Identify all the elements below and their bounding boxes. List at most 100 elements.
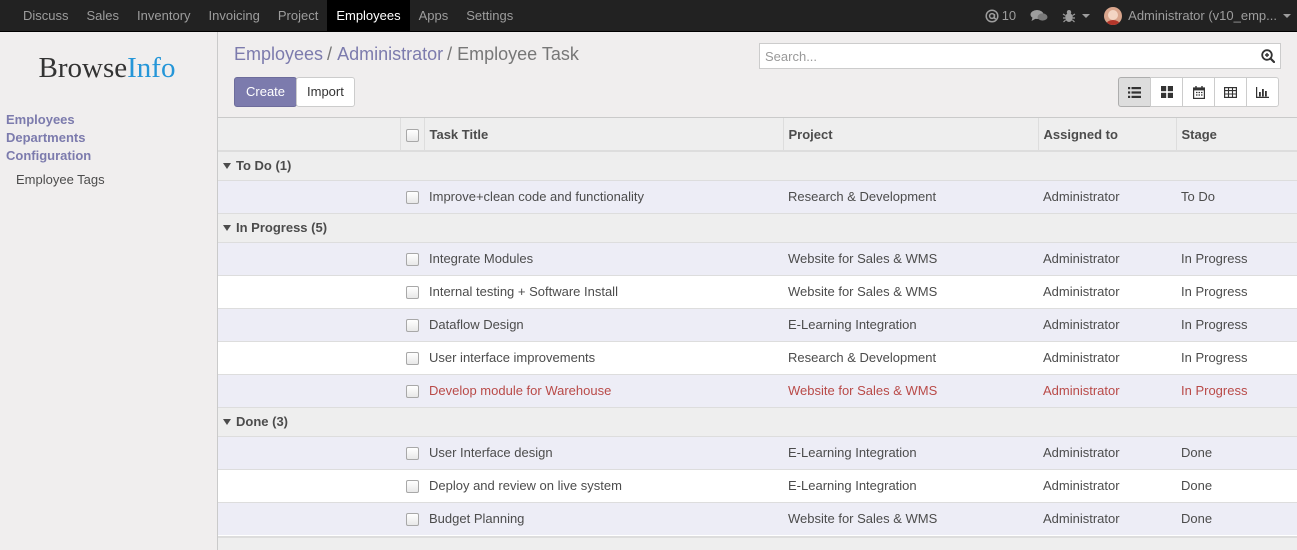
- row-checkbox[interactable]: [400, 501, 424, 535]
- checkbox[interactable]: [405, 513, 419, 527]
- checkbox[interactable]: [405, 385, 419, 399]
- calendar-view-button[interactable]: [1182, 77, 1215, 107]
- group-row[interactable]: Done (3): [218, 406, 1297, 436]
- row-spacer: [218, 241, 400, 275]
- row-spacer: [218, 435, 400, 469]
- menu-employees[interactable]: Employees: [327, 0, 410, 31]
- row-checkbox[interactable]: [400, 179, 424, 213]
- cell-project: Website for Sales & WMS: [783, 274, 1038, 308]
- row-checkbox[interactable]: [400, 468, 424, 502]
- table-row[interactable]: User Interface design E-Learning Integrat…: [218, 435, 1297, 469]
- checkbox[interactable]: [405, 319, 419, 333]
- sidebar-item-employees[interactable]: Employees: [6, 112, 75, 127]
- checkbox[interactable]: [405, 191, 419, 205]
- row-spacer: [218, 373, 400, 407]
- table-row[interactable]: Internal testing + Software Install Websi…: [218, 274, 1297, 308]
- menu-apps[interactable]: Apps: [410, 0, 458, 31]
- row-spacer: [218, 340, 400, 374]
- mentions-button[interactable]: 10: [978, 0, 1023, 31]
- menu-invoicing[interactable]: Invoicing: [200, 0, 269, 31]
- chevron-down-icon: [1283, 13, 1291, 18]
- cell-project: Research & Development: [783, 340, 1038, 374]
- select-all-checkbox[interactable]: [399, 118, 424, 152]
- checkbox[interactable]: [405, 286, 419, 300]
- group-row[interactable]: To Do (1): [218, 150, 1297, 180]
- cell-assigned-to: Administrator: [1038, 468, 1176, 502]
- cell-stage: Done: [1176, 468, 1297, 502]
- bar-chart-icon: [1256, 86, 1269, 98]
- column-assigned-to[interactable]: Assigned to: [1037, 118, 1176, 152]
- cell-assigned-to: Administrator: [1038, 435, 1176, 469]
- table-row[interactable]: User interface improvements Research & De…: [218, 340, 1297, 374]
- control-panel: Employees/Administrator/Employee Task Cr…: [218, 32, 1297, 118]
- messages-button[interactable]: [1023, 9, 1055, 23]
- sidebar-item-configuration[interactable]: Configuration: [6, 148, 91, 163]
- company-logo: BrowseInfo: [38, 52, 176, 84]
- row-checkbox[interactable]: [400, 307, 424, 341]
- menu-settings[interactable]: Settings: [457, 0, 522, 31]
- search-input[interactable]: [760, 44, 1240, 68]
- chevron-down-icon: [1082, 13, 1091, 18]
- breadcrumb-administrator[interactable]: Administrator: [337, 44, 443, 64]
- checkbox[interactable]: [405, 447, 419, 461]
- cell-stage: In Progress: [1176, 274, 1297, 308]
- table-row[interactable]: Deploy and review on live system E-Learni…: [218, 468, 1297, 502]
- table-row[interactable]: Budget Planning Website for Sales & WMS Ad…: [218, 501, 1297, 535]
- create-button[interactable]: Create: [234, 77, 298, 107]
- cell-task-title: Dataflow Design: [424, 307, 783, 341]
- table-row[interactable]: Integrate Modules Website for Sales & WMS…: [218, 241, 1297, 275]
- checkbox[interactable]: [405, 253, 419, 267]
- menu-inventory[interactable]: Inventory: [128, 0, 199, 31]
- table-row[interactable]: Develop module for Warehouse Website for …: [218, 373, 1297, 407]
- menu-sales[interactable]: Sales: [78, 0, 129, 31]
- cell-stage: In Progress: [1176, 340, 1297, 374]
- column-stage[interactable]: Stage: [1175, 118, 1297, 152]
- chat-icon: [1030, 9, 1048, 21]
- cell-project: Website for Sales & WMS: [783, 373, 1038, 407]
- cell-task-title: Budget Planning: [424, 501, 783, 535]
- graph-view-button[interactable]: [1246, 77, 1279, 107]
- checkbox[interactable]: [405, 480, 419, 494]
- checkbox[interactable]: [405, 352, 419, 366]
- cell-stage: In Progress: [1176, 373, 1297, 407]
- table-row[interactable]: Dataflow Design E-Learning Integration Adm…: [218, 307, 1297, 341]
- search-plus-icon[interactable]: [1261, 49, 1275, 63]
- row-checkbox[interactable]: [400, 373, 424, 407]
- pivot-view-button[interactable]: [1214, 77, 1247, 107]
- row-spacer: [218, 274, 400, 308]
- row-checkbox[interactable]: [400, 340, 424, 374]
- menu-project[interactable]: Project: [269, 0, 327, 31]
- cell-assigned-to: Administrator: [1038, 274, 1176, 308]
- column-task-title[interactable]: Task Title: [423, 118, 783, 152]
- row-checkbox[interactable]: [400, 435, 424, 469]
- group-header[interactable]: In Progress (5): [218, 212, 1297, 242]
- breadcrumb-employees[interactable]: Employees: [234, 44, 323, 64]
- menu-discuss[interactable]: Discuss: [14, 0, 78, 31]
- row-checkbox[interactable]: [400, 274, 424, 308]
- column-project[interactable]: Project: [782, 118, 1038, 152]
- cell-assigned-to: Administrator: [1038, 340, 1176, 374]
- cell-assigned-to: Administrator: [1038, 241, 1176, 275]
- row-spacer: [218, 468, 400, 502]
- list-view-button[interactable]: [1118, 77, 1151, 107]
- table-header: Task Title Project Assigned to Stage: [218, 118, 1297, 152]
- group-row[interactable]: In Progress (5): [218, 212, 1297, 242]
- mentions-count: 10: [1001, 8, 1017, 23]
- row-checkbox[interactable]: [400, 241, 424, 275]
- table-row[interactable]: Improve+clean code and functionality Rese…: [218, 179, 1297, 213]
- group-header[interactable]: To Do (1): [218, 150, 1297, 180]
- debug-menu-button[interactable]: [1055, 9, 1097, 23]
- row-spacer: [218, 179, 400, 213]
- sidebar-item-departments[interactable]: Departments: [6, 130, 85, 145]
- sidebar-item-employee-tags[interactable]: Employee Tags: [16, 172, 105, 187]
- cell-assigned-to: Administrator: [1038, 307, 1176, 341]
- group-header[interactable]: Done (3): [218, 406, 1297, 436]
- kanban-view-button[interactable]: [1150, 77, 1183, 107]
- row-spacer: [218, 501, 400, 535]
- avatar: [1104, 6, 1123, 25]
- user-menu[interactable]: Administrator (v10_emp...: [1097, 0, 1297, 31]
- main-menu: Discuss Sales Inventory Invoicing Projec…: [14, 0, 522, 31]
- cell-project: E-Learning Integration: [783, 435, 1038, 469]
- import-button[interactable]: Import: [296, 77, 355, 107]
- sidebar: BrowseInfo Employees Departments Configu…: [0, 32, 218, 550]
